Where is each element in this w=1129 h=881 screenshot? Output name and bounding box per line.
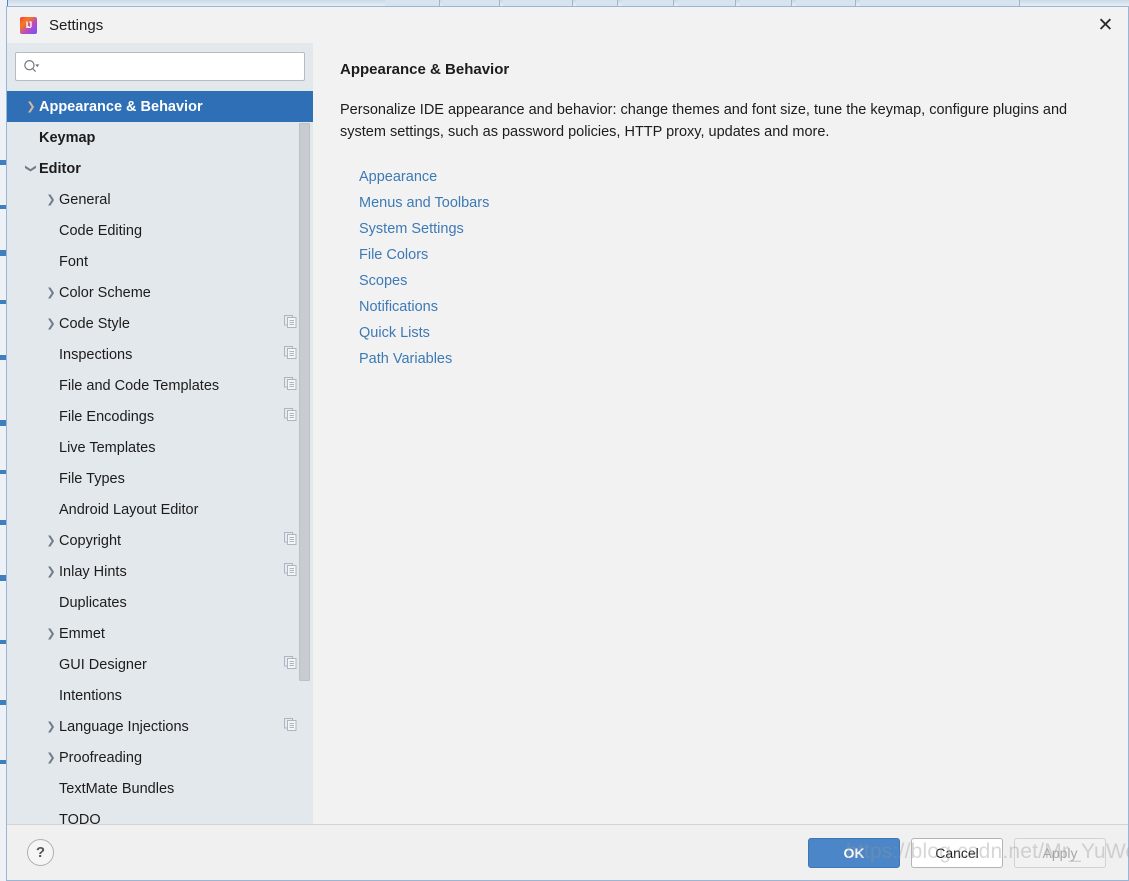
project-settings-copy-icon	[284, 314, 297, 333]
sidebar-item-label: Code Editing	[59, 222, 143, 239]
settings-sidebar: ❯ Appearance & Behavior Keymap ❯ Editor ❯ Gene…	[7, 43, 313, 824]
project-settings-copy-icon	[284, 376, 297, 395]
sidebar-item-label: Language Injections	[59, 718, 189, 735]
sidebar-item-label: Editor	[39, 160, 81, 177]
sidebar-item-label: Inspections	[59, 346, 133, 363]
project-settings-copy-icon	[284, 345, 297, 364]
sidebar-item-file-and-code-templates[interactable]: File and Code Templates	[7, 370, 313, 401]
sidebar-item-label: File Encodings	[59, 408, 155, 425]
sidebar-item-inlay-hints[interactable]: ❯ Inlay Hints	[7, 556, 313, 587]
sidebar-item-intentions[interactable]: Intentions	[7, 680, 313, 711]
chevron-right-icon[interactable]: ❯	[43, 535, 59, 546]
sidebar-item-label: Keymap	[39, 129, 96, 146]
search-input[interactable]	[44, 59, 297, 74]
sidebar-item-label: Code Style	[59, 315, 130, 332]
sidebar-item-code-editing[interactable]: Code Editing	[7, 215, 313, 246]
sidebar-item-label: Android Layout Editor	[59, 501, 199, 518]
search-box[interactable]	[15, 52, 305, 81]
sidebar-item-label: General	[59, 191, 111, 208]
config-link-notifications[interactable]: Notifications	[359, 294, 438, 320]
sidebar-scrollbar-track[interactable]	[299, 91, 310, 824]
config-link-file-colors[interactable]: File Colors	[359, 242, 428, 268]
cancel-button[interactable]: Cancel	[911, 837, 1003, 868]
sidebar-item-copyright[interactable]: ❯ Copyright	[7, 525, 313, 556]
sidebar-item-label: TODO	[59, 811, 101, 825]
sidebar-item-code-style[interactable]: ❯ Code Style	[7, 308, 313, 339]
sidebar-item-android-layout-editor[interactable]: Android Layout Editor	[7, 494, 313, 525]
chevron-right-icon[interactable]: ❯	[43, 721, 59, 732]
config-link-path-variables[interactable]: Path Variables	[359, 346, 452, 372]
sidebar-item-live-templates[interactable]: Live Templates	[7, 432, 313, 463]
sidebar-item-label: Duplicates	[59, 594, 127, 611]
sidebar-item-emmet[interactable]: ❯ Emmet	[7, 618, 313, 649]
sidebar-item-label: Appearance & Behavior	[39, 98, 203, 115]
sidebar-item-proofreading[interactable]: ❯ Proofreading	[7, 742, 313, 773]
sidebar-item-label: GUI Designer	[59, 656, 147, 673]
apply-button: Apply	[1014, 837, 1106, 868]
help-button[interactable]: ?	[27, 839, 54, 866]
page-description: Personalize IDE appearance and behavior:…	[340, 102, 1068, 141]
sidebar-item-editor[interactable]: ❯ Editor	[7, 153, 313, 184]
project-settings-copy-icon	[284, 407, 297, 426]
chevron-right-icon[interactable]: ❯	[43, 752, 59, 763]
sidebar-item-keymap[interactable]: Keymap	[7, 122, 313, 153]
sidebar-item-label: Color Scheme	[59, 284, 151, 301]
dialog-action-buttons: OK Cancel Apply	[808, 837, 1106, 868]
chevron-right-icon[interactable]: ❯	[43, 566, 59, 577]
config-link-system-settings[interactable]: System Settings	[359, 216, 464, 242]
config-link-list: Appearance Menus and Toolbars System Setti…	[340, 164, 1104, 372]
sidebar-item-label: Intentions	[59, 687, 122, 704]
project-settings-copy-icon	[284, 562, 297, 581]
sidebar-item-color-scheme[interactable]: ❯ Color Scheme	[7, 277, 313, 308]
intellij-idea-logo-icon	[20, 16, 37, 34]
sidebar-item-inspections[interactable]: Inspections	[7, 339, 313, 370]
sidebar-item-font[interactable]: Font	[7, 246, 313, 277]
sidebar-item-label: File and Code Templates	[59, 377, 220, 394]
config-link-quick-lists[interactable]: Quick Lists	[359, 320, 430, 346]
sidebar-item-general[interactable]: ❯ General	[7, 184, 313, 215]
sidebar-item-label: TextMate Bundles	[59, 780, 175, 797]
close-icon[interactable]: ✕	[1083, 7, 1128, 43]
project-settings-copy-icon	[284, 531, 297, 550]
settings-tree[interactable]: ❯ Appearance & Behavior Keymap ❯ Editor ❯ Gene…	[7, 91, 313, 824]
sidebar-item-label: Emmet	[59, 625, 105, 642]
sidebar-item-textmate-bundles[interactable]: TextMate Bundles	[7, 773, 313, 804]
sidebar-item-file-types[interactable]: File Types	[7, 463, 313, 494]
sidebar-item-gui-designer[interactable]: GUI Designer	[7, 649, 313, 680]
dialog-footer: ? OK Cancel Apply	[7, 824, 1128, 880]
ok-button[interactable]: OK	[808, 837, 900, 868]
sidebar-item-language-injections[interactable]: ❯ Language Injections	[7, 711, 313, 742]
sidebar-item-todo[interactable]: TODO	[7, 804, 313, 825]
project-settings-copy-icon	[284, 655, 297, 674]
dialog-titlebar: Settings ✕	[7, 7, 1128, 43]
settings-content-panel: Appearance & Behavior Personalize IDE ap…	[313, 43, 1128, 824]
search-icon	[24, 59, 40, 73]
sidebar-item-file-encodings[interactable]: File Encodings	[7, 401, 313, 432]
config-link-scopes[interactable]: Scopes	[359, 268, 407, 294]
sidebar-item-label: Font	[59, 253, 89, 270]
sidebar-item-label: Inlay Hints	[59, 563, 127, 580]
search-container	[7, 43, 313, 91]
sidebar-scrollbar-thumb[interactable]	[299, 123, 310, 681]
chevron-right-icon[interactable]: ❯	[43, 318, 59, 329]
sidebar-item-duplicates[interactable]: Duplicates	[7, 587, 313, 618]
config-link-menus-and-toolbars[interactable]: Menus and Toolbars	[359, 190, 489, 216]
dialog-body: ❯ Appearance & Behavior Keymap ❯ Editor ❯ Gene…	[7, 43, 1128, 824]
chevron-right-icon[interactable]: ❯	[23, 101, 39, 112]
chevron-right-icon[interactable]: ❯	[43, 287, 59, 298]
chevron-down-icon[interactable]: ❯	[25, 161, 38, 177]
sidebar-item-label: Proofreading	[59, 749, 143, 766]
chevron-right-icon[interactable]: ❯	[43, 194, 59, 205]
config-link-appearance[interactable]: Appearance	[359, 164, 437, 190]
chevron-right-icon[interactable]: ❯	[43, 628, 59, 639]
sidebar-item-label: File Types	[59, 470, 125, 487]
sidebar-item-appearance-and-behavior[interactable]: ❯ Appearance & Behavior	[7, 91, 313, 122]
sidebar-item-label: Copyright	[59, 532, 122, 549]
dialog-title: Settings	[49, 16, 104, 34]
settings-tree-rows: ❯ Appearance & Behavior Keymap ❯ Editor ❯ Gene…	[7, 91, 313, 824]
sidebar-item-label: Live Templates	[59, 439, 156, 456]
page-title: Appearance & Behavior	[340, 61, 510, 78]
project-settings-copy-icon	[284, 717, 297, 736]
settings-dialog: Settings ✕ ❯Appearance & BehaviorKeymap❯…	[6, 6, 1129, 881]
